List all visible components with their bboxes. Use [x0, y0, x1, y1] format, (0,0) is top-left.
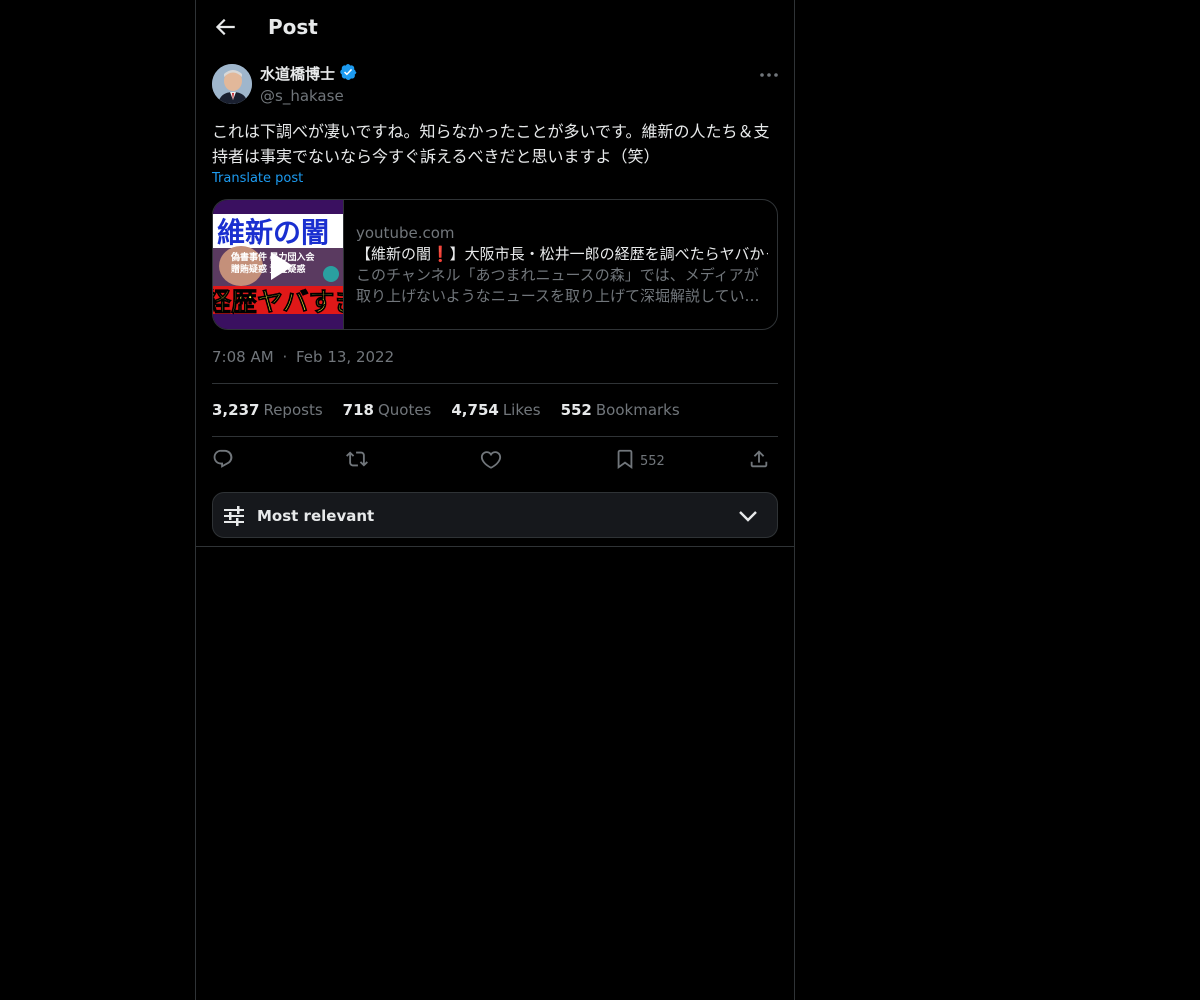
like-button[interactable]: [480, 448, 502, 474]
chevron-down-icon: [737, 505, 759, 527]
avatar[interactable]: [212, 64, 252, 104]
stat-likes[interactable]: 4,754 Likes: [451, 400, 540, 420]
heart-icon: [480, 448, 502, 474]
card-description: このチャンネル「あつまれニュースの森」では、メディアが取り上げないようなニュース…: [356, 266, 760, 305]
post-timestamp[interactable]: 7:08 AM · Feb 13, 2022: [212, 347, 394, 367]
thumbnail-bottom-text: 経歴ヤバすぎ: [213, 287, 343, 317]
stat-reposts[interactable]: 3,237 Reposts: [212, 400, 323, 420]
reply-sort-dropdown[interactable]: Most relevant: [212, 492, 778, 538]
repost-icon: [346, 448, 368, 474]
back-arrow-icon[interactable]: [212, 14, 238, 40]
author-name[interactable]: 水道橋博士: [260, 64, 335, 84]
thumbnail-title-text: 維新の闇: [217, 217, 329, 248]
card-domain: youtube.com: [356, 224, 455, 242]
stat-bookmarks[interactable]: 552 Bookmarks: [561, 400, 680, 420]
author-name-row[interactable]: 水道橋博士: [260, 63, 357, 85]
share-button[interactable]: [748, 448, 770, 474]
bookmark-button[interactable]: 552: [614, 448, 665, 474]
more-options-icon[interactable]: [758, 66, 780, 84]
link-preview-card[interactable]: 維新の闇 偽書事件 暴力団入会 贈賄疑惑 資金疑惑 経歴ヤバすぎ youtube…: [212, 199, 778, 330]
divider: [212, 436, 778, 437]
video-thumbnail[interactable]: 維新の闇 偽書事件 暴力団入会 贈賄疑惑 資金疑惑 経歴ヤバすぎ: [213, 200, 344, 329]
bookmark-icon: [614, 448, 636, 474]
repost-button[interactable]: [346, 448, 368, 474]
translate-post-link[interactable]: Translate post: [212, 170, 303, 188]
reply-icon: [212, 448, 234, 474]
main-column: Post 水道橋博士 @s_hakase これは下調べが凄いですね。知らなかった…: [195, 0, 795, 1000]
action-bar: 552: [212, 448, 778, 474]
bookmark-count: 552: [640, 453, 665, 469]
timestamp-time[interactable]: 7:08 AM: [212, 348, 274, 366]
card-body: youtube.com 【維新の闇❗】大阪市長・松井一郎の経歴を調べたらヤバかっ…: [356, 223, 768, 307]
stat-quotes[interactable]: 718 Quotes: [343, 400, 432, 420]
post-text: これは下調べが凄いですね。知らなかったことが多いです。維新の人たち＆支持者は事実…: [212, 122, 770, 166]
share-icon: [748, 448, 770, 474]
sort-label: Most relevant: [257, 507, 375, 525]
post-header: Post: [196, 0, 794, 53]
divider: [196, 546, 794, 547]
thumbnail-caption-2: 贈賄疑惑 資金疑惑: [231, 263, 306, 274]
engagement-stats: 3,237 Reposts 718 Quotes 4,754 Likes 552 Boo…: [212, 400, 680, 420]
timestamp-separator: ·: [282, 348, 288, 366]
reply-button[interactable]: [212, 448, 234, 474]
verified-badge-icon: [339, 63, 357, 85]
sliders-icon: [223, 505, 245, 527]
card-title: 【維新の闇❗】大阪市長・松井一郎の経歴を調べたらヤバかった…: [356, 245, 768, 263]
author-handle[interactable]: @s_hakase: [260, 86, 344, 106]
timestamp-date[interactable]: Feb 13, 2022: [296, 348, 394, 366]
page-title: Post: [268, 15, 318, 39]
divider: [212, 383, 778, 384]
